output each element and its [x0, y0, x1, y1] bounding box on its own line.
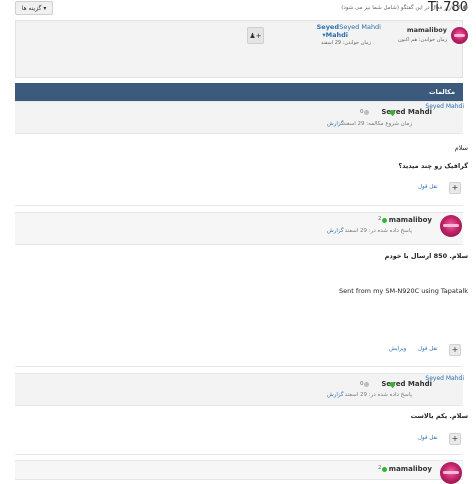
more-actions-button[interactable]: +	[449, 433, 461, 445]
options-label: گزینه ها	[21, 4, 42, 12]
online-status-icon	[382, 218, 387, 223]
quote-link[interactable]: نقل قول	[418, 346, 438, 352]
online-status-icon	[390, 110, 395, 115]
author-name[interactable]: mamaliboy	[389, 216, 432, 224]
offline-status-icon	[364, 110, 369, 115]
message-date: پاسخ داده شده در: 29 اسفند	[344, 392, 412, 398]
author-name[interactable]: Seyed Mahdi	[381, 108, 432, 116]
post-count: 0	[360, 381, 364, 387]
post-count: 2	[378, 216, 382, 222]
message-header	[15, 101, 463, 134]
participant-name-mahdi[interactable]: ▾Mahdi	[322, 31, 348, 39]
report-link[interactable]: گزارش	[327, 228, 344, 234]
chevron-down-icon: ▾	[43, 4, 47, 12]
message-line: سلام	[454, 144, 468, 152]
more-actions-button[interactable]: +	[449, 182, 461, 194]
participant-read-status: زمان خواندن: 29 اسفند	[320, 40, 371, 46]
participant-name-seyed-mahdi[interactable]: Seyed Mahdi	[339, 23, 381, 31]
participant-name-mamaliboy[interactable]: mamaliboy	[407, 26, 447, 34]
message-line: سلام. یکم بالاست	[410, 412, 468, 420]
post-count: 0	[360, 109, 364, 115]
divider	[15, 454, 463, 455]
author-name[interactable]: mamaliboy	[389, 465, 432, 473]
message-date: پاسخ داده شده در: 29 اسفند	[344, 228, 412, 234]
message-header	[15, 373, 463, 406]
participant-read-status: زمان خواندن: هم اکنون	[398, 37, 447, 43]
quote-link[interactable]: نقل قول	[418, 435, 438, 441]
divider	[15, 205, 463, 206]
more-actions-button[interactable]: +	[449, 344, 461, 356]
offline-status-icon	[364, 382, 369, 387]
options-dropdown-button[interactable]: گزینه ها ▾	[15, 1, 53, 15]
author-name[interactable]: Seyed Mahdi	[381, 380, 432, 388]
avatar[interactable]	[451, 27, 468, 44]
message-line: گرافیک رو چند میدید؟	[398, 162, 468, 170]
message-line: سلام. 850 ارسال با خودم	[384, 252, 468, 260]
avatar[interactable]	[440, 215, 462, 237]
conversations-header: مکالمات	[15, 83, 463, 101]
message-date: زمان شروع مکالمه: 29 اسفند	[342, 121, 412, 127]
online-users-note: ● 2 کاربر فعال در این گفتگو (شامل شما نی…	[341, 4, 468, 11]
report-link[interactable]: گزارش	[327, 121, 344, 127]
online-status-icon	[382, 467, 387, 472]
participants-panel	[15, 20, 463, 78]
edit-link[interactable]: ویرایش	[389, 346, 406, 352]
section-title: مکالمات	[428, 88, 455, 96]
add-participant-button[interactable]: ♟ +	[247, 27, 264, 44]
online-status-icon	[390, 382, 395, 387]
post-count: 2	[378, 465, 382, 471]
divider	[15, 366, 463, 367]
users-icon: ●	[462, 4, 468, 11]
message-signature: Sent from my SM-N920C using Tapatalk	[339, 287, 468, 295]
participant-name-seyed[interactable]: Seyed	[317, 23, 339, 31]
report-link[interactable]: گزارش	[327, 392, 344, 398]
quote-link[interactable]: نقل قول	[418, 184, 438, 190]
avatar[interactable]	[440, 462, 462, 484]
